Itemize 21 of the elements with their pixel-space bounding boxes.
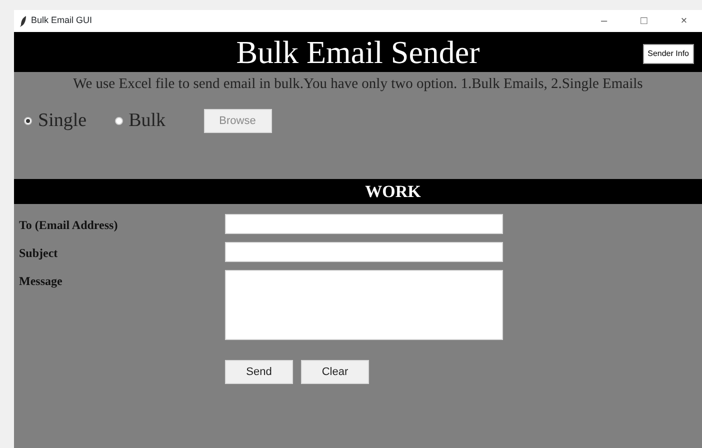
sender-info-button[interactable]: Sender Info — [642, 44, 694, 64]
window-title: Bulk Email GUI — [31, 14, 94, 28]
close-button[interactable]: × — [666, 12, 702, 30]
message-field[interactable] — [225, 270, 503, 340]
description: We use Excel file to send email in bulk.You have only two option. 1.Bulk Emails, 2.Single Emails — [72, 75, 644, 94]
clear-button[interactable]: Clear — [301, 360, 369, 384]
input-field[interactable] — [225, 242, 503, 262]
radio-label: Bulk — [128, 108, 166, 132]
app-title: Bulk Email Sender — [236, 36, 480, 68]
radio-button[interactable] — [114, 116, 123, 125]
radio-label: Single — [38, 108, 87, 132]
input-field[interactable] — [225, 214, 503, 234]
feather-icon — [20, 16, 27, 26]
minimize-button[interactable]: – — [586, 12, 622, 30]
field-label: Message — [18, 272, 64, 290]
radio-button[interactable] — [24, 116, 32, 125]
field-label: To (Email Address) — [18, 216, 119, 234]
field-label: Subject — [18, 244, 59, 262]
maximize-button[interactable]: □ — [626, 12, 662, 30]
section-title: WORK — [365, 180, 421, 202]
send-button[interactable]: Send — [225, 360, 293, 384]
